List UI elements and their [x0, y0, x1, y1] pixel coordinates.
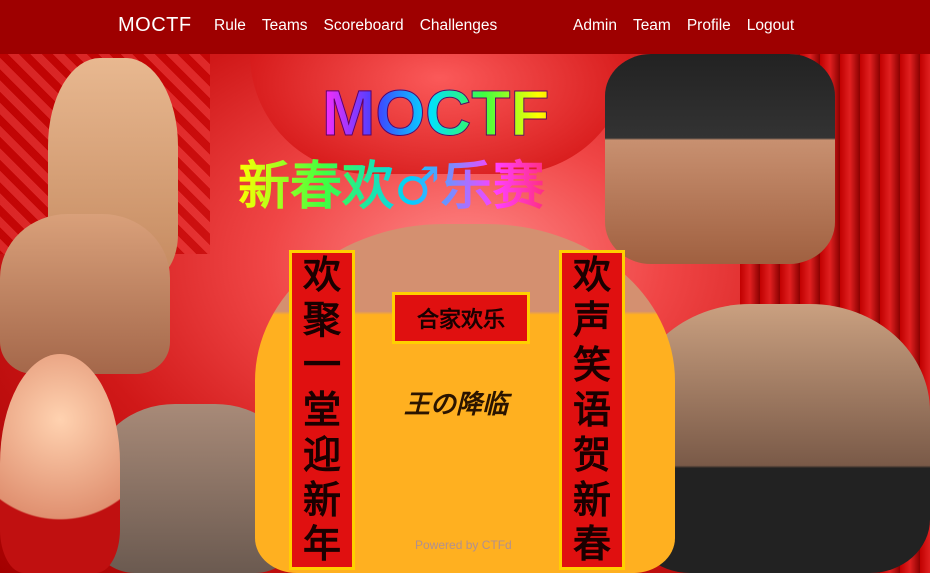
nav-team-link[interactable]: Team [633, 17, 671, 35]
couplet-char: 堂 [302, 387, 341, 432]
couplet-char: 贺 [572, 432, 611, 477]
couplet-char: 新 [302, 477, 341, 522]
dancer-group-figure [630, 304, 930, 573]
baby-mascot-figure [0, 354, 120, 573]
nav-logout-link[interactable]: Logout [747, 17, 794, 35]
couplet-char: 语 [572, 387, 611, 432]
nav-challenges-link[interactable]: Challenges [420, 17, 498, 35]
nav-left: Rule Teams Scoreboard Challenges [214, 17, 513, 35]
new-year-banner-image: MOCTF 新春欢♂乐赛 欢 聚 一 堂 迎 新 年 欢 声 笑 语 贺 新 春… [0, 54, 930, 573]
nav-profile-link[interactable]: Profile [687, 17, 731, 35]
couplet-char: 春 [572, 522, 611, 567]
couplet-char: 新 [572, 477, 611, 522]
top-navbar: MOCTF Rule Teams Scoreboard Challenges A… [0, 0, 930, 54]
nav-scoreboard-link[interactable]: Scoreboard [324, 17, 404, 35]
couplet-char: 声 [572, 298, 611, 343]
shirt-print-text: 王の降临 [404, 390, 509, 420]
couplet-char: 迎 [302, 432, 341, 477]
couplet-char: 聚 [302, 298, 341, 343]
nav-teams-link[interactable]: Teams [262, 17, 308, 35]
couplet-char: 一 [302, 343, 341, 388]
center-horizontal-banner: 合家欢乐 [392, 292, 530, 344]
banner-title-cn: 新春欢♂乐赛 [238, 157, 668, 217]
powered-by-footer[interactable]: Powered by CTFd [415, 538, 512, 552]
couplet-left: 欢 聚 一 堂 迎 新 年 [289, 250, 355, 570]
banner-title-en: MOCTF [322, 78, 592, 149]
couplet-char: 笑 [572, 343, 611, 388]
couplet-char: 年 [302, 522, 341, 567]
nav-right: Admin Team Profile Logout [573, 17, 810, 35]
couplet-right: 欢 声 笑 语 贺 新 春 [559, 250, 625, 570]
nav-admin-link[interactable]: Admin [573, 17, 617, 35]
couplet-char: 欢 [302, 253, 341, 298]
brand-link[interactable]: MOCTF [118, 14, 192, 37]
nav-rule-link[interactable]: Rule [214, 17, 246, 35]
couplet-char: 欢 [572, 253, 611, 298]
performer-figure [0, 214, 170, 374]
